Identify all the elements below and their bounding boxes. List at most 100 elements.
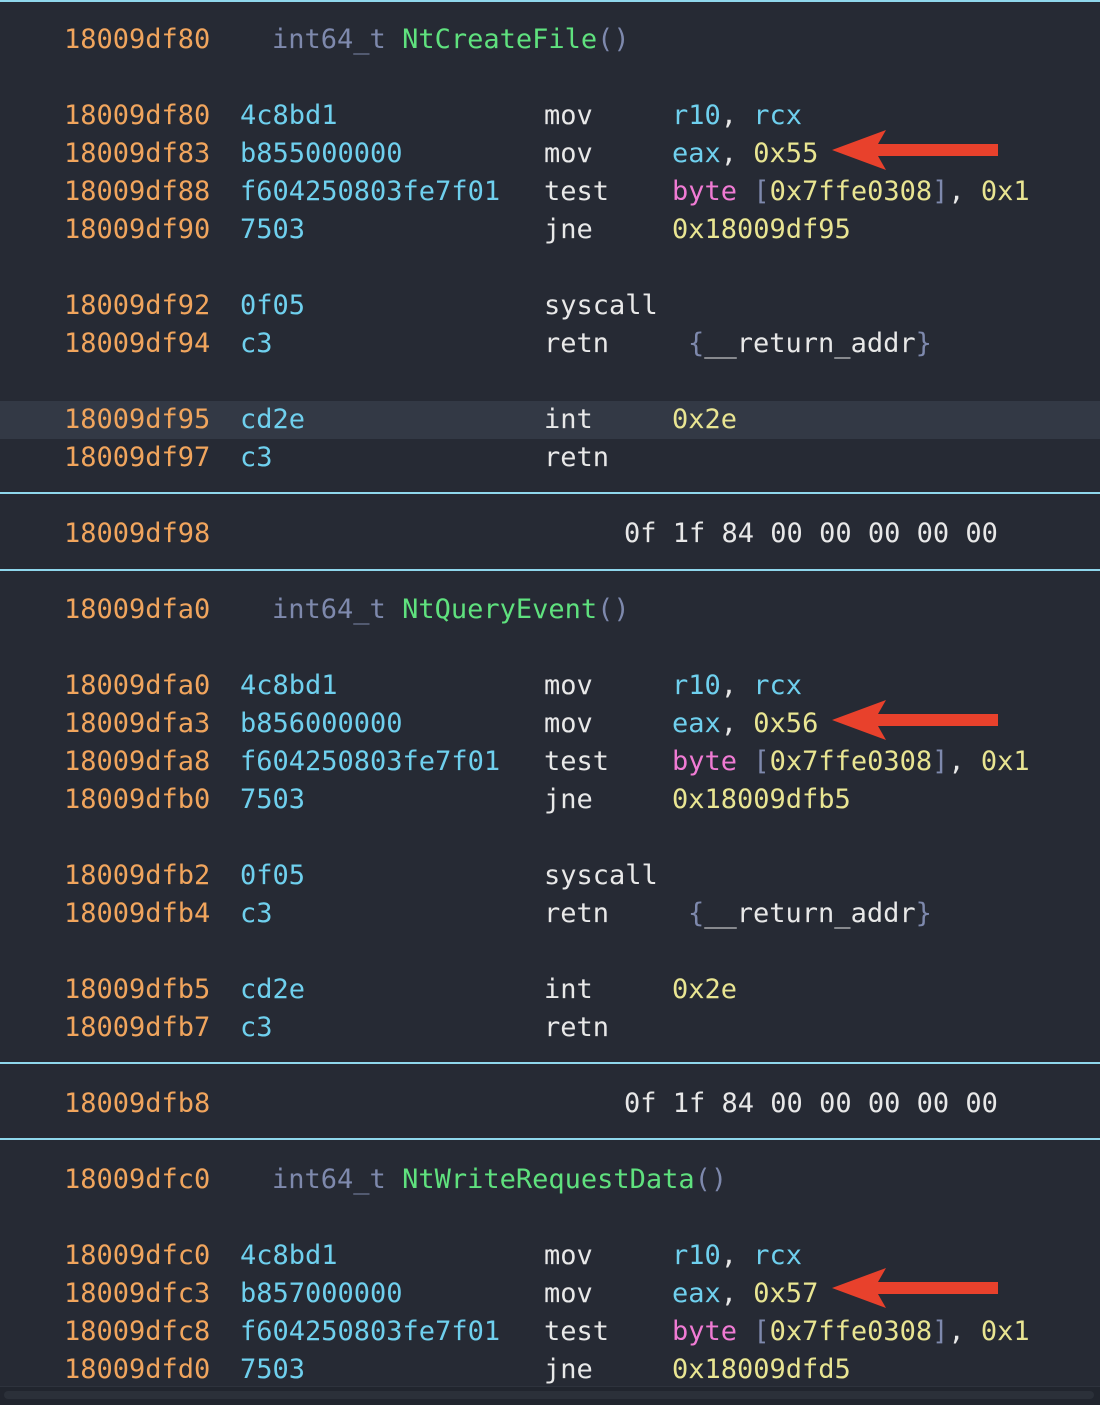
function-address[interactable]: 18009dfa0: [64, 591, 210, 629]
instruction-address[interactable]: 18009df94: [64, 325, 210, 363]
instruction-operands[interactable]: r10, rcx: [672, 1237, 802, 1275]
horizontal-scrollbar[interactable]: [0, 1386, 1100, 1405]
instruction-address[interactable]: 18009df92: [64, 287, 210, 325]
instruction-row[interactable]: 18009df97 c3 retn: [0, 439, 1100, 477]
instruction-row[interactable]: 18009dfb2 0f05 syscall: [0, 857, 1100, 895]
instruction-address[interactable]: 18009dfb4: [64, 895, 210, 933]
instruction-mnemonic[interactable]: test: [544, 173, 609, 211]
operand-size-keyword: byte: [672, 176, 738, 207]
instruction-address[interactable]: 18009dfa8: [64, 743, 210, 781]
instruction-row[interactable]: 18009dfd0 7503 jne 0x18009dfd5: [0, 1351, 1100, 1389]
instruction-operands[interactable]: 0x18009dfd5: [672, 1351, 851, 1389]
instruction-address[interactable]: 18009dfc0: [64, 1237, 210, 1275]
instruction-address[interactable]: 18009df95: [64, 401, 210, 439]
instruction-bytes: b857000000: [240, 1278, 403, 1309]
function-signature[interactable]: int64_t NtCreateFile(): [272, 21, 630, 59]
instruction-operands[interactable]: 0x18009dfb5: [672, 781, 851, 819]
instruction-mnemonic[interactable]: mov: [544, 97, 593, 135]
padding-address[interactable]: 18009df98: [64, 515, 210, 553]
instruction-operands[interactable]: 0x2e: [672, 971, 737, 1009]
operand-register: eax: [672, 1278, 721, 1309]
operand-bracket: [: [753, 746, 770, 777]
instruction-address[interactable]: 18009df88: [64, 173, 210, 211]
instruction-address[interactable]: 18009dfb5: [64, 971, 210, 1009]
padding-row[interactable]: 18009dfb8 0f 1f 84 00 00 00 00 00: [0, 1085, 1100, 1123]
function-return-type: int64_t: [272, 594, 386, 625]
instruction-address[interactable]: 18009dfa0: [64, 667, 210, 705]
instruction-row[interactable]: 18009dfb0 7503 jne 0x18009dfb5: [0, 781, 1100, 819]
instruction-bytes: c3: [240, 442, 273, 473]
instruction-operands[interactable]: 0x18009df95: [672, 211, 851, 249]
instruction-address[interactable]: 18009dfb2: [64, 857, 210, 895]
instruction-row[interactable]: 18009df92 0f05 syscall: [0, 287, 1100, 325]
instruction-mnemonic[interactable]: mov: [544, 135, 593, 173]
instruction-mnemonic[interactable]: mov: [544, 1275, 593, 1313]
instruction-mnemonic[interactable]: int: [544, 971, 593, 1009]
instruction-row[interactable]: 18009dfb4 c3 retn {__return_addr}: [0, 895, 1100, 933]
function-header[interactable]: 18009dfc0 int64_t NtWriteRequestData(): [0, 1161, 1100, 1199]
instruction-bytes: 4c8bd1: [240, 1240, 338, 1271]
instruction-operands[interactable]: byte [0x7ffe0308], 0x1: [672, 1313, 1030, 1351]
instruction-operands[interactable]: {__return_addr}: [688, 895, 932, 933]
operand-brace: {: [688, 328, 705, 359]
instruction-operands[interactable]: {__return_addr}: [688, 325, 932, 363]
instruction-address[interactable]: 18009df97: [64, 439, 210, 477]
instruction-address[interactable]: 18009dfc3: [64, 1275, 210, 1313]
instruction-address[interactable]: 18009df83: [64, 135, 210, 173]
function-signature[interactable]: int64_t NtWriteRequestData(): [272, 1161, 727, 1199]
instruction-mnemonic[interactable]: retn: [544, 439, 609, 477]
instruction-mnemonic[interactable]: jne: [544, 211, 593, 249]
instruction-mnemonic[interactable]: syscall: [544, 857, 658, 895]
scrollbar-thumb[interactable]: [4, 1391, 1094, 1399]
instruction-row[interactable]: 18009df94 c3 retn {__return_addr}: [0, 325, 1100, 363]
instruction-operands[interactable]: byte [0x7ffe0308], 0x1: [672, 743, 1030, 781]
instruction-mnemonic[interactable]: mov: [544, 705, 593, 743]
instruction-mnemonic[interactable]: mov: [544, 1237, 593, 1275]
instruction-mnemonic[interactable]: jne: [544, 1351, 593, 1389]
instruction-address[interactable]: 18009dfa3: [64, 705, 210, 743]
instruction-address[interactable]: 18009df90: [64, 211, 210, 249]
function-header[interactable]: 18009df80 int64_t NtCreateFile(): [0, 21, 1100, 59]
instruction-address[interactable]: 18009df80: [64, 97, 210, 135]
instruction-mnemonic[interactable]: jne: [544, 781, 593, 819]
instruction-row[interactable]: 18009df88 f604250803fe7f01 test byte [0x7ff…: [0, 173, 1100, 211]
operand-brace: }: [915, 898, 932, 929]
instruction-row[interactable]: 18009dfb7 c3 retn: [0, 1009, 1100, 1047]
instruction-mnemonic[interactable]: test: [544, 1313, 609, 1351]
padding-row[interactable]: 18009df98 0f 1f 84 00 00 00 00 00: [0, 515, 1100, 553]
instruction-mnemonic[interactable]: retn: [544, 895, 609, 933]
instruction-mnemonic[interactable]: mov: [544, 667, 593, 705]
instruction-mnemonic[interactable]: int: [544, 401, 593, 439]
instruction-row[interactable]: 18009dfb5 cd2e int 0x2e: [0, 971, 1100, 1009]
instruction-operands[interactable]: eax, 0x57: [672, 1275, 818, 1313]
instruction-row[interactable]: 18009dfc8 f604250803fe7f01 test byte [0x7ff…: [0, 1313, 1100, 1351]
instruction-operands[interactable]: r10, rcx: [672, 667, 802, 705]
padding-address[interactable]: 18009dfb8: [64, 1085, 210, 1123]
function-name: NtCreateFile: [402, 24, 598, 55]
instruction-address[interactable]: 18009dfb7: [64, 1009, 210, 1047]
instruction-mnemonic[interactable]: test: [544, 743, 609, 781]
function-header[interactable]: 18009dfa0 int64_t NtQueryEvent(): [0, 591, 1100, 629]
instruction-mnemonic[interactable]: retn: [544, 325, 609, 363]
operand-immediate: 0x18009dfd5: [672, 1354, 851, 1385]
instruction-operands[interactable]: 0x2e: [672, 401, 737, 439]
instruction-address[interactable]: 18009dfd0: [64, 1351, 210, 1389]
instruction-address[interactable]: 18009dfb0: [64, 781, 210, 819]
instruction-operands[interactable]: r10, rcx: [672, 97, 802, 135]
function-signature[interactable]: int64_t NtQueryEvent(): [272, 591, 630, 629]
function-address[interactable]: 18009dfc0: [64, 1161, 210, 1199]
instruction-row[interactable]: 18009df90 7503 jne 0x18009df95: [0, 211, 1100, 249]
instruction-address[interactable]: 18009dfc8: [64, 1313, 210, 1351]
instruction-mnemonic[interactable]: retn: [544, 1009, 609, 1047]
instruction-operands[interactable]: eax, 0x56: [672, 705, 818, 743]
instruction-bytes: 7503: [240, 214, 306, 245]
instruction-operands[interactable]: eax, 0x55: [672, 135, 818, 173]
function-address[interactable]: 18009df80: [64, 21, 210, 59]
instruction-mnemonic[interactable]: syscall: [544, 287, 658, 325]
operand-size-keyword: byte: [672, 746, 738, 777]
instruction-row[interactable]: 18009dfa8 f604250803fe7f01 test byte [0x7ff…: [0, 743, 1100, 781]
operand-space: [737, 176, 753, 207]
instruction-operands[interactable]: byte [0x7ffe0308], 0x1: [672, 173, 1030, 211]
instruction-row[interactable]: 18009df95 cd2e int 0x2e: [0, 401, 1100, 439]
